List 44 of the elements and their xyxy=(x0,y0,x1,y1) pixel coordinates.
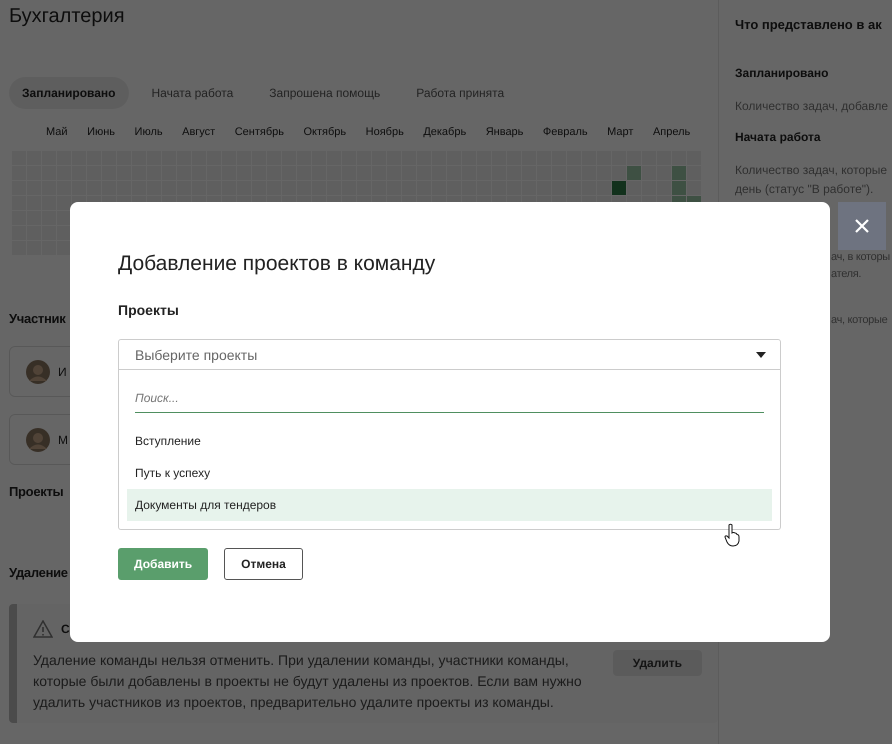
tab[interactable]: Начата работа xyxy=(138,77,246,109)
month-label: Август xyxy=(182,126,216,138)
dialog-button[interactable]: Отмена xyxy=(224,548,303,580)
section-heading: Запланировано xyxy=(735,66,828,80)
month-label: Май xyxy=(46,126,69,138)
select-placeholder: Выберите проекты xyxy=(135,346,258,362)
section-heading: Начата работа xyxy=(735,130,821,144)
panel-title: Что представлено в ак xyxy=(735,17,882,32)
pointer-cursor-icon xyxy=(724,523,740,547)
dialog-button[interactable]: Добавить xyxy=(118,548,208,580)
page-title: Бухгалтерия xyxy=(9,5,125,28)
warning-icon xyxy=(33,620,53,638)
field-label: Проекты xyxy=(118,302,179,318)
project-select[interactable]: Выберите проекты xyxy=(118,339,781,370)
project-option[interactable]: Путь к успеху xyxy=(127,457,772,489)
month-label: Сентябрь xyxy=(234,126,285,138)
month-label: Ноябрь xyxy=(366,126,405,138)
month-label: Июнь xyxy=(87,126,116,138)
month-label: Февраль xyxy=(542,126,589,138)
dialog-title: Добавление проектов в команду xyxy=(118,252,436,276)
close-button[interactable] xyxy=(838,202,886,250)
month-label: Январь xyxy=(486,126,524,138)
delete-button[interactable]: Удалить xyxy=(612,650,702,676)
month-label: Март xyxy=(607,126,634,138)
section-heading: Проекты xyxy=(9,484,64,499)
warning-title: С xyxy=(61,622,70,636)
month-label: Октябрь xyxy=(304,126,348,138)
avatar-icon xyxy=(26,428,50,452)
project-option[interactable]: Документы для тендеров xyxy=(127,489,772,521)
close-icon xyxy=(855,219,869,233)
avatar-icon xyxy=(26,360,50,384)
month-label: Июль xyxy=(134,126,164,138)
warning-text: Удаление команды нельзя отменить. При удалении команды, участники команды, которые были добавлены в проекты не будут удалены из проектов. Если вам нужно удалить участников из проектов, предварительно удалите проекты из команды. xyxy=(33,651,583,712)
caret-icon xyxy=(756,352,766,358)
tab[interactable]: Запрошена помощь xyxy=(256,77,394,109)
tab[interactable]: Запланировано xyxy=(9,77,128,109)
month-label: Декабрь xyxy=(423,126,468,138)
section-heading: Участник xyxy=(9,311,66,326)
member-name: М xyxy=(58,432,68,446)
month-label: Апрель xyxy=(652,126,692,138)
project-option[interactable]: Вступление xyxy=(127,425,772,457)
member-name: И xyxy=(58,364,67,378)
tab[interactable]: Работа принята xyxy=(403,77,518,109)
section-heading: Удаление xyxy=(9,565,68,580)
